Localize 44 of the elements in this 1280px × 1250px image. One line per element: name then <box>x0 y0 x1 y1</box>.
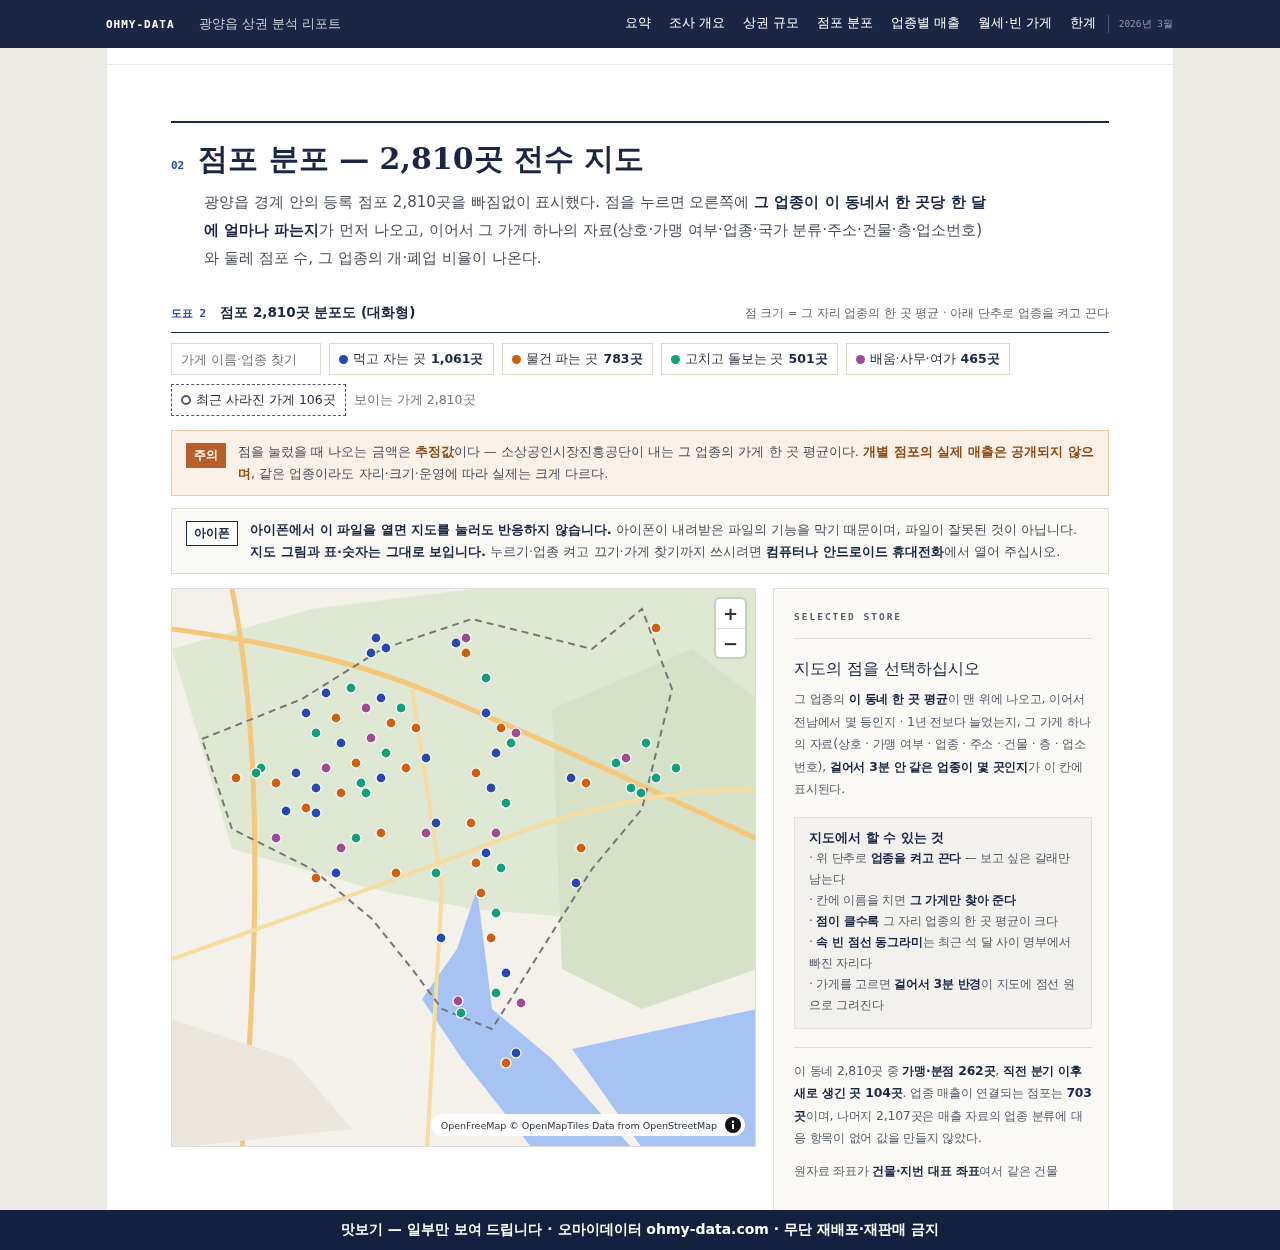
nav-link[interactable]: 조사 개요 <box>668 12 725 36</box>
nav-link[interactable]: 한계 <box>1069 12 1096 36</box>
nav-link[interactable]: 업종별 매출 <box>891 12 961 36</box>
nav-link[interactable]: 상권 규모 <box>743 12 800 36</box>
tip-item: · 가게를 고르면 걸어서 3분 반경이 지도에 점선 원으로 그려진다 <box>809 975 1076 1014</box>
figure-title: 점포 2,810곳 분포도 (대화형) <box>220 304 416 322</box>
notice-text: 아이폰에서 이 파일을 열면 지도를 눌러도 반응하지 않습니다. 아이폰이 내려받은 파일의 기능을 막기 때문이며, 파일이 잘못된 것이 아닙니다. 지도 그림과 표·숫자는 그대로 보입니다. 누르기·업종 켜고 끄기·가게 찾기까지 쓰시려면 컴퓨터나 안드로이드 휴대전화에서 열어 주십시오. <box>250 521 1079 561</box>
category-toggle[interactable]: 먹고 자는 곳 1,061곳 <box>329 343 494 375</box>
footnote-paragraph: 원자료 좌표가 건물·지번 대표 좌표여서 같은 건물 <box>794 1161 1059 1180</box>
banner-text: 맛보기 — 일부만 보여 드립니다 · 오마이데이터 ohmy-data.com · 무단 재배포·재판매 금지 <box>340 1221 940 1239</box>
brand-logo[interactable]: OHMY-DATA <box>106 17 175 31</box>
nav-link[interactable]: 월세·빈 가게 <box>978 12 1052 36</box>
tip-item: · 속 빈 점선 동그라미는 최근 석 달 사이 명부에서 빠진 자리다 <box>809 933 1072 972</box>
search-field[interactable]: 가게 이름·업종 찾기 <box>171 343 321 375</box>
figure-label: 도표 2 <box>171 306 207 321</box>
panel-intro: 그 업종의 이 동네 한 곳 평균이 맨 위에 나오고, 이어서 전남에서 몇 등인지 · 1년 전보다 늘었는지, 그 가게 하나의 자료(상호 · 가맹 여부 · 업종 · 주소 · 건물 · 층 · 업소번호), 걸어서 3분 안 같은 업종이 몇 곳인지가 이 칸에 표시된다. <box>794 690 1092 798</box>
zoom-out-button[interactable]: − <box>716 628 745 657</box>
tip-item: · 점이 클수록 그 자리 업종의 한 곳 평균이 크다 <box>809 912 1059 930</box>
hollow-circle-icon <box>181 395 191 405</box>
section-number: 02 <box>171 159 185 172</box>
notice-badge: 아이폰 <box>186 521 238 546</box>
figure-note: 점 크기 = 그 자리 업종의 한 곳 평균 · 아래 단추로 업종을 켜고 끈다 <box>744 306 1109 321</box>
nav-link[interactable]: 점포 분포 <box>817 12 874 36</box>
zoom-in-button[interactable]: + <box>716 599 745 628</box>
panel-eyebrow: SELECTED STORE <box>794 611 1092 639</box>
visible-count: 보이는 가게 2,810곳 <box>353 391 476 409</box>
map-attribution: OpenFreeMap © OpenMapTiles Data from OpenStreetMap <box>440 1119 717 1131</box>
tips-title: 지도에서 할 수 있는 것 <box>809 828 946 847</box>
summary-paragraph: 이 동네 2,810곳 중 가맹·분점 262곳, 직전 분기 이후 새로 생긴 곳 104곳. 업종 매출이 연결되는 점포는 703곳이며, 나머지 2,107곳은 매출 자료의 업종 분류에 대응 항목이 없어 값을 만들지 않았다. <box>794 1061 1092 1147</box>
info-icon[interactable] <box>725 1117 741 1133</box>
category-toggle[interactable]: 배움·사무·여가 465곳 <box>845 343 1010 375</box>
tip-item: · 칸에 이름을 치면 그 가게만 찾아 준다 <box>809 891 1018 909</box>
lead-paragraph: 광양읍 경계 안의 등록 점포 2,810곳을 빠짐없이 표시했다. 점을 누르면 오른쪽에 그 업종이 이 동네서 한 곳당 한 달에 얼마나 파는지가 먼저 나오고, 이어서 그 가게 하나의 자료(상호·가맹 여부·업종·국가 분류·주소·건물·층·업소번호)와 둘레 점포 수, 그 업종의 개·폐업 비율이 나온다. <box>204 192 987 269</box>
nav-link[interactable]: 요약 <box>624 12 651 36</box>
category-toggle[interactable]: 고치고 돌보는 곳 501곳 <box>660 343 838 375</box>
section-title: 점포 분포 — 2,810곳 전수 지도 <box>198 140 645 178</box>
report-title: 광양읍 상권 분석 리포트 <box>198 15 341 33</box>
panel-title: 지도의 점을 선택하십시오 <box>794 659 982 680</box>
report-date: 2026년 3월 <box>1118 17 1173 31</box>
notice-badge: 주의 <box>186 443 226 468</box>
tip-item: · 위 단추로 업종을 켜고 끈다 — 보고 싶은 갈래만 남는다 <box>809 849 1072 888</box>
notice-text: 점을 눌렀을 때 나오는 금액은 추정값이다 — 소상공인시장진흥공단이 내는 그 업종의 가게 한 곳 평균이다. 개별 점포의 실제 매출은 공개되지 않으며, 같은 업종이라도 자리·크기·운영에 따라 실제는 크게 다르다. <box>238 443 1094 483</box>
category-toggle[interactable]: 물건 파는 곳 783곳 <box>501 343 653 375</box>
closed-stores-toggle[interactable]: 최근 사라진 가게 106곳 <box>171 384 346 416</box>
